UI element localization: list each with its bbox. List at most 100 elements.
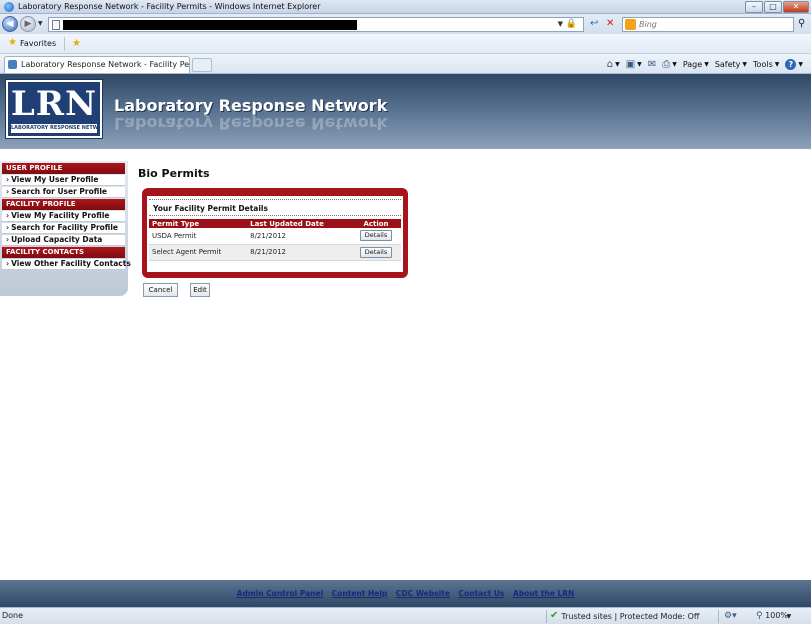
header-divider	[0, 149, 811, 161]
column-header-last-updated: Last Updated Date	[247, 219, 351, 228]
zoom-control[interactable]: ⚲ 100% ▼	[756, 611, 791, 621]
favorites-star-icon: ★	[8, 37, 17, 48]
panel-divider-top	[149, 199, 401, 200]
sidebar-item-view-user-profile[interactable]: View My User Profile	[2, 175, 125, 186]
window-title-bar: Laboratory Response Network - Facility P…	[0, 0, 811, 14]
window-title: Laboratory Response Network - Facility P…	[18, 2, 321, 11]
footer-link-contact-us[interactable]: Contact Us	[459, 589, 505, 598]
sidebar-item-view-other-contacts[interactable]: View Other Facility Contacts	[2, 259, 131, 270]
footer-link-about-lrn[interactable]: About the LRN	[513, 589, 574, 598]
footer-link-content-help[interactable]: Content Help	[332, 589, 388, 598]
address-dropdown-icon[interactable]: ▼	[558, 20, 563, 28]
address-field[interactable]: ▼ 🔒	[48, 17, 584, 32]
page-title: Bio Permits	[138, 167, 210, 180]
logo-tagline: LABORATORY RESPONSE NETWORK	[11, 124, 97, 133]
arrow-right-icon: ▶	[24, 19, 32, 29]
mail-icon[interactable]: ✉	[648, 59, 656, 70]
last-updated-cell: 8/21/2012	[247, 228, 351, 245]
sidebar-heading-facility-contacts: FACILITY CONTACTS	[2, 247, 125, 258]
address-row: ◀ ▶ ▼ ▼ 🔒 ↩ ✕ ⚲	[0, 14, 811, 34]
new-tab-button[interactable]	[192, 58, 212, 72]
page-menu[interactable]: Page	[683, 60, 702, 69]
lrn-logo[interactable]: LRN LABORATORY RESPONSE NETWORK	[5, 79, 103, 139]
search-icon[interactable]: ⚲	[798, 18, 805, 29]
search-box[interactable]	[622, 17, 794, 32]
back-button[interactable]: ◀	[2, 16, 18, 32]
tab-label: Laboratory Response Network - Facility P…	[21, 60, 190, 69]
print-caret-icon[interactable]: ▼	[672, 61, 677, 68]
zoom-level: 100%	[765, 611, 789, 620]
tab-row: Laboratory Response Network - Facility P…	[0, 54, 811, 74]
compatibility-view-icon[interactable]: ↩	[590, 18, 598, 30]
page-caret-icon[interactable]: ▼	[704, 61, 709, 68]
search-input[interactable]	[639, 19, 789, 30]
print-icon[interactable]: ⎙	[662, 59, 670, 70]
help-caret-icon[interactable]: ▼	[798, 61, 803, 68]
table-header-row: Permit Type Last Updated Date Action	[149, 219, 401, 228]
checkmark-icon: ✔	[550, 610, 559, 621]
add-favorite-icon[interactable]: ★	[72, 38, 81, 49]
forward-button[interactable]: ▶	[20, 16, 36, 32]
sidebar-item-search-facility-profile[interactable]: Search for Facility Profile	[2, 223, 125, 234]
logo-letters: LRN	[10, 84, 98, 124]
safety-caret-icon[interactable]: ▼	[742, 61, 747, 68]
home-caret-icon[interactable]: ▼	[615, 61, 620, 68]
site-title: Laboratory Response Network	[114, 96, 388, 115]
cancel-button[interactable]: Cancel	[143, 283, 178, 297]
sidebar-item-search-user-profile[interactable]: Search for User Profile	[2, 187, 125, 198]
sidebar: USER PROFILE View My User Profile Search…	[0, 161, 131, 296]
panel-title: Your Facility Permit Details	[153, 204, 268, 213]
column-header-action: Action	[351, 219, 401, 228]
edit-button[interactable]: Edit	[190, 283, 210, 297]
details-button[interactable]: Details	[359, 246, 393, 258]
table-row: Select Agent Permit 8/21/2012 Details	[149, 244, 401, 261]
permit-type-cell: Select Agent Permit	[149, 244, 248, 261]
zoom-caret-icon: ▼	[786, 613, 792, 620]
footer-link-cdc-website[interactable]: CDC Website	[396, 589, 450, 598]
permit-details-panel: Your Facility Permit Details Permit Type…	[142, 188, 408, 278]
home-icon[interactable]: ⌂	[607, 59, 613, 70]
column-header-permit-type: Permit Type	[149, 219, 248, 228]
tab-active[interactable]: Laboratory Response Network - Facility P…	[4, 56, 190, 73]
footer-link-admin-control-panel[interactable]: Admin Control Panel	[237, 589, 323, 598]
tools-status-icon[interactable]: ⚙▾	[724, 611, 737, 621]
site-footer: Admin Control Panel Content Help CDC Web…	[0, 580, 811, 607]
feeds-caret-icon[interactable]: ▼	[637, 61, 642, 68]
permit-details-inner: Your Facility Permit Details Permit Type…	[147, 196, 403, 272]
minimize-button[interactable]: –	[745, 1, 763, 13]
close-button[interactable]: ✕	[783, 1, 809, 13]
tools-caret-icon[interactable]: ▼	[775, 61, 780, 68]
arrow-left-icon: ◀	[6, 19, 14, 29]
tab-page-icon	[8, 60, 17, 69]
sidebar-item-view-facility-profile[interactable]: View My Facility Profile	[2, 211, 125, 222]
status-separator	[718, 610, 719, 623]
ie-logo-icon	[4, 2, 14, 12]
maximize-button[interactable]: □	[764, 1, 782, 13]
recent-pages-dropdown-icon[interactable]: ▼	[38, 20, 43, 27]
permit-type-cell: USDA Permit	[149, 228, 248, 245]
page-icon	[52, 20, 60, 30]
table-row: USDA Permit 8/21/2012 Details	[149, 228, 401, 245]
status-separator	[546, 610, 547, 623]
status-text: Done	[2, 611, 24, 620]
safety-menu[interactable]: Safety	[715, 60, 741, 69]
favorites-button[interactable]: ★ Favorites	[8, 38, 56, 48]
stop-icon[interactable]: ✕	[606, 18, 614, 30]
security-zone[interactable]: ✔ Trusted sites | Protected Mode: Off	[550, 611, 699, 621]
sidebar-heading-facility-profile: FACILITY PROFILE	[2, 199, 125, 210]
command-bar: ⌂ ▼ ▣ ▼ ✉ ⎙ ▼ Page ▼ Safety ▼ Tools ▼ ? ▼	[607, 57, 803, 71]
bing-logo-icon	[625, 19, 636, 30]
status-bar: Done ✔ Trusted sites | Protected Mode: O…	[0, 607, 811, 624]
favorites-label: Favorites	[19, 38, 57, 48]
tools-menu[interactable]: Tools	[753, 60, 773, 69]
help-icon[interactable]: ?	[785, 58, 797, 70]
window-controls: – □ ✕	[744, 1, 809, 13]
feeds-icon[interactable]: ▣	[626, 59, 635, 70]
details-button[interactable]: Details	[359, 230, 393, 242]
favorites-separator	[64, 37, 65, 51]
panel-divider-bottom	[149, 215, 401, 216]
lock-icon[interactable]: 🔒	[566, 19, 577, 29]
zoom-icon: ⚲	[756, 611, 763, 621]
redacted-url	[63, 20, 357, 30]
sidebar-item-upload-capacity-data[interactable]: Upload Capacity Data	[2, 235, 125, 246]
